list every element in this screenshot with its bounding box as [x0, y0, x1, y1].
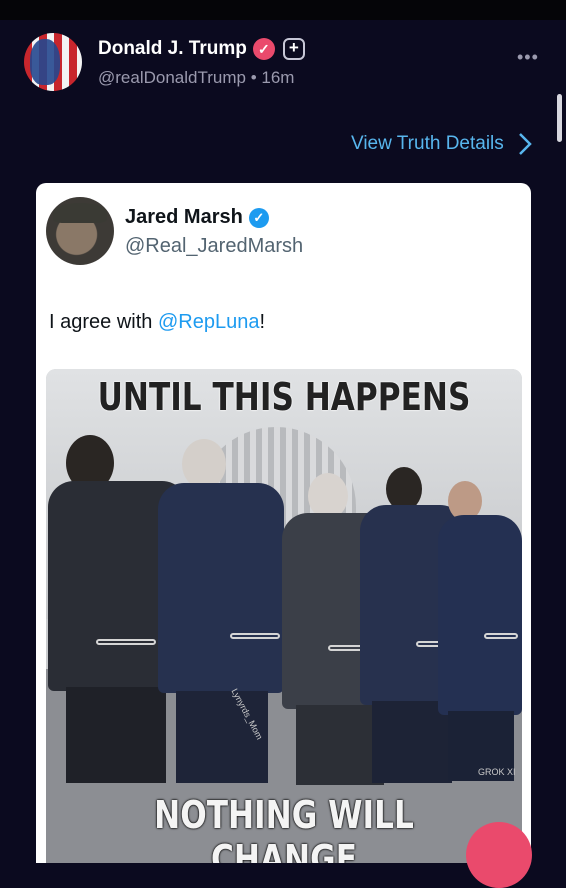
corner-mark: GROK XI	[478, 767, 516, 777]
post-time: 16m	[261, 68, 295, 87]
separator-dot: •	[250, 68, 257, 87]
verified-check-icon: ✓	[252, 38, 275, 60]
chevron-right-icon	[518, 133, 532, 155]
meme-image[interactable]: Lynyrds_Mom GROK XI UNTIL THIS HAPPENS N…	[46, 369, 522, 863]
author-name[interactable]: Donald J. Trump	[98, 38, 247, 60]
handcuffs	[96, 639, 156, 645]
handcuffs	[230, 633, 280, 639]
suit	[158, 483, 284, 693]
legs	[296, 705, 384, 785]
quoted-name-row: Jared Marsh ✓	[125, 206, 269, 229]
quoted-tweet-card[interactable]: Jared Marsh ✓ @Real_JaredMarsh I agree w…	[36, 183, 531, 863]
avatar-face	[30, 39, 60, 85]
author-avatar[interactable]	[24, 33, 82, 91]
status-bar	[0, 0, 566, 20]
view-truth-details-link[interactable]: View Truth Details	[351, 131, 536, 157]
mention-link[interactable]: @RepLuna	[158, 311, 259, 333]
suit	[438, 515, 522, 715]
more-options-icon[interactable]: •••	[517, 47, 539, 68]
meme-bottom-caption: NOTHING WILL CHANGE	[154, 793, 414, 863]
quoted-author-name: Jared Marsh	[125, 206, 243, 228]
meme-top-caption: UNTIL THIS HAPPENS	[97, 375, 471, 419]
quoted-author-avatar	[46, 197, 114, 265]
quoted-tweet-text: I agree with @RepLuna!	[49, 311, 265, 334]
tweet-text-after: !	[259, 311, 265, 333]
handcuffs	[484, 633, 518, 639]
author-handle: @realDonaldTrump	[98, 68, 246, 87]
head	[182, 439, 226, 489]
scrollbar-thumb[interactable]	[557, 94, 562, 142]
tweet-text-before: I agree with	[49, 311, 158, 333]
blue-check-icon: ✓	[248, 207, 269, 228]
author-name-row: Donald J. Trump ✓ +	[98, 38, 305, 60]
follow-button[interactable]: +	[282, 38, 305, 60]
legs	[66, 687, 166, 783]
author-handle-row: @realDonaldTrump • 16m	[98, 68, 294, 88]
quoted-author-handle: @Real_JaredMarsh	[125, 235, 304, 257]
floating-action-button[interactable]	[466, 822, 532, 888]
avatar-hat	[53, 203, 107, 223]
view-truth-details-label: View Truth Details	[351, 133, 504, 154]
